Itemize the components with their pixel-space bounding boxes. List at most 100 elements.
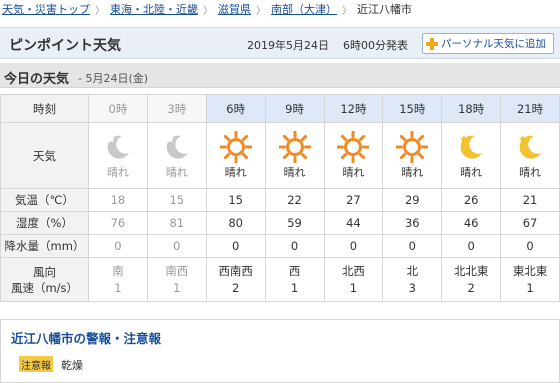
humidity-cell: 80: [205, 211, 266, 235]
breadcrumb-separator-icon: 〉: [342, 5, 352, 17]
plus-icon: [426, 37, 438, 50]
weather-cell: 晴れ: [205, 122, 266, 189]
wind-speed: 2: [467, 280, 475, 295]
breadcrumb-current: 近江八幡市: [357, 3, 412, 16]
weather-cell: 晴れ: [146, 122, 207, 189]
wind-row: 風向 風速（m/s） 南 1 南西 1 西南西 2 西 1 北西 1 北 3 北北東 2 東北東 1: [0, 257, 560, 302]
section-date: - 5月24日(金): [78, 72, 149, 85]
wind-direction: 南西: [165, 263, 189, 278]
temperature-cell: 22: [264, 188, 325, 212]
weather-cell: 晴れ: [323, 122, 384, 189]
weather-cell: 晴れ: [264, 122, 325, 189]
temperature-label: 気温（℃）: [0, 188, 89, 212]
weather-text: 晴れ: [224, 166, 247, 179]
precipitation-cell: 0: [88, 234, 148, 258]
weather-label: 天気: [0, 122, 89, 189]
wind-direction: 東北東: [512, 263, 548, 278]
sun-icon: [396, 131, 429, 163]
issue-time: 6時00分発表: [343, 39, 408, 52]
breadcrumb-separator-icon: 〉: [256, 5, 266, 17]
warnings-title[interactable]: 近江八幡市の警報・注意報: [11, 328, 161, 347]
wind-direction-label: 風向: [33, 264, 56, 279]
wind-cell: 南西 1: [146, 257, 207, 302]
wind-direction: 北西: [341, 263, 365, 278]
time-cell: 12時: [323, 94, 384, 123]
warnings-panel: 近江八幡市の警報・注意報 注意報 乾燥: [0, 319, 560, 383]
time-row: 時刻 0時 3時 6時 9時 12時 15時 18時 21時: [0, 94, 560, 123]
temperature-cell: 15: [205, 188, 266, 212]
humidity-cell: 67: [500, 211, 560, 235]
wind-label: 風向 風速（m/s）: [0, 257, 89, 302]
weather-cell: 晴れ: [382, 122, 443, 189]
wind-speed: 1: [290, 280, 299, 295]
today-section-heading: 今日の天気 - 5月24日(金): [0, 63, 560, 88]
wind-direction: 西: [288, 263, 301, 278]
weather-text: 晴れ: [401, 166, 424, 179]
advisory-badge: 注意報: [19, 356, 53, 372]
weather-text: 晴れ: [342, 166, 365, 179]
precipitation-cell: 0: [500, 234, 560, 258]
wind-speed: 1: [349, 280, 358, 295]
time-cell: 18時: [441, 94, 502, 123]
page-title: ピンポイント天気: [9, 38, 121, 54]
add-personal-weather-button[interactable]: パーソナル天気に追加: [422, 33, 554, 54]
weather-row: 天気 晴れ 晴れ 晴れ 晴れ 晴れ 晴れ 晴れ 晴れ: [0, 122, 560, 189]
precipitation-cell: 0: [264, 234, 325, 258]
precipitation-cell: 0: [382, 234, 443, 258]
time-cell: 0時: [88, 94, 148, 123]
humidity-cell: 46: [441, 211, 502, 235]
weather-cell: 晴れ: [500, 122, 560, 189]
wind-speed: 2: [232, 280, 240, 295]
breadcrumb: 天気・災害トップ 〉 東海・北陸・近畿 〉 滋賀県 〉 南部（大津） 〉 近江八…: [0, 0, 560, 18]
weather-text: 晴れ: [519, 166, 542, 179]
breadcrumb-link-region[interactable]: 東海・北陸・近畿: [110, 1, 198, 17]
moon-icon: [161, 131, 193, 163]
temperature-cell: 15: [146, 188, 207, 212]
wind-speed-label: 風速（m/s）: [10, 280, 79, 295]
breadcrumb-link-area[interactable]: 南部（大津）: [271, 1, 337, 17]
precipitation-cell: 0: [146, 234, 207, 258]
temperature-row: 気温（℃） 18 15 15 22 27 29 26 21: [0, 188, 560, 212]
sun-icon: [278, 131, 311, 163]
sun-icon: [337, 131, 370, 163]
add-personal-weather-label: パーソナル天気に追加: [441, 38, 546, 50]
issue-date: 2019年5月24日: [247, 39, 329, 52]
temperature-cell: 29: [382, 188, 443, 212]
time-cell: 3時: [146, 94, 207, 123]
humidity-cell: 36: [382, 211, 443, 235]
wind-cell: 北西 1: [323, 257, 384, 302]
time-cell: 9時: [264, 94, 325, 123]
wind-direction: 南: [112, 263, 124, 278]
breadcrumb-separator-icon: 〉: [203, 5, 213, 17]
precipitation-cell: 0: [205, 234, 266, 258]
precipitation-row: 降水量（mm） 00000000: [0, 234, 560, 258]
precipitation-cell: 0: [323, 234, 384, 258]
humidity-cell: 59: [264, 211, 325, 235]
weather-text: 晴れ: [165, 166, 188, 179]
humidity-cell: 76: [88, 211, 148, 235]
wind-speed: 1: [173, 280, 181, 295]
wind-cell: 北3: [382, 257, 443, 302]
wind-speed: 1: [114, 280, 122, 295]
wind-direction: 北北東: [453, 263, 489, 278]
moon-icon: [514, 131, 546, 163]
time-label: 時刻: [0, 94, 89, 123]
wind-direction: 西南西: [218, 263, 253, 278]
weather-text: 晴れ: [106, 166, 129, 179]
temperature-cell: 21: [500, 188, 560, 212]
time-cell: 15時: [382, 94, 443, 123]
time-cell: 6時: [205, 94, 266, 123]
breadcrumb-link-prefecture[interactable]: 滋賀県: [218, 1, 251, 17]
wind-speed: 1: [526, 280, 534, 295]
wind-cell: 西南西 2: [205, 257, 266, 302]
section-title: 今日の天気: [4, 72, 70, 87]
moon-icon: [102, 131, 134, 163]
precipitation-label: 降水量（mm）: [0, 234, 89, 258]
humidity-label: 湿度（%）: [0, 211, 89, 235]
temperature-cell: 18: [88, 188, 148, 212]
humidity-cell: 81: [146, 211, 207, 235]
advisory-item: 乾燥: [61, 359, 83, 372]
time-cell: 21時: [500, 94, 560, 123]
breadcrumb-link-top[interactable]: 天気・災害トップ: [2, 1, 90, 17]
moon-icon: [455, 131, 487, 163]
